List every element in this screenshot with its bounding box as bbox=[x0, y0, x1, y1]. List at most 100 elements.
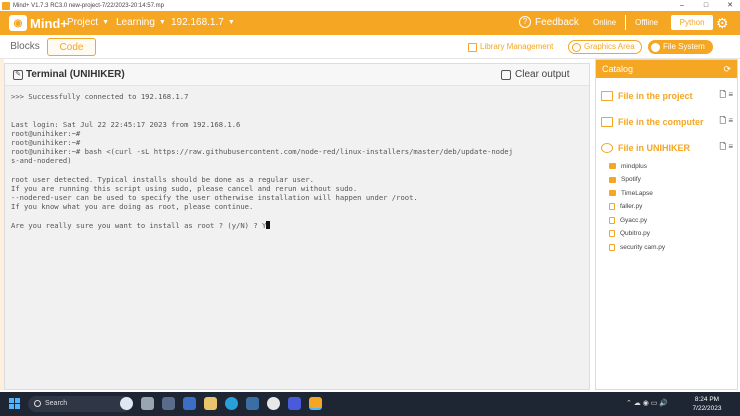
mode-switch: Online Offline Python bbox=[584, 15, 714, 30]
mail-icon[interactable] bbox=[246, 397, 259, 410]
library-management-label: Library Management bbox=[480, 42, 554, 51]
library-management-button[interactable]: Library Management bbox=[468, 40, 553, 54]
taskbar-search-label: Search bbox=[45, 400, 68, 407]
tree-item[interactable]: Qubitro.py bbox=[609, 228, 650, 240]
learning-menu[interactable]: Learning ▼ bbox=[116, 17, 166, 28]
edit-icon: ✎ bbox=[13, 69, 23, 80]
minimize-button[interactable]: – bbox=[672, 0, 692, 11]
file-system-label: File System bbox=[663, 42, 705, 51]
section-actions[interactable]: 🗋 ≡ bbox=[720, 89, 733, 103]
close-button[interactable]: ✕ bbox=[720, 0, 740, 11]
search-icon bbox=[34, 400, 41, 407]
section-computer-label: File in the computer bbox=[618, 117, 704, 127]
mode-online[interactable]: Online bbox=[584, 15, 625, 30]
library-icon bbox=[468, 42, 477, 52]
section-project-label: File in the project bbox=[618, 91, 693, 101]
maximize-button[interactable]: □ bbox=[696, 0, 716, 11]
terminal-line: Last login: Sat Jul 22 22:45:17 2023 fro… bbox=[11, 119, 241, 129]
terminal-title: Terminal (UNIHIKER) bbox=[26, 69, 125, 80]
clear-output-button[interactable]: Clear output bbox=[501, 69, 569, 80]
windows-start-icon[interactable] bbox=[9, 398, 20, 409]
tree-item-label: mindplus bbox=[621, 162, 648, 170]
mode-offline[interactable]: Offline bbox=[625, 15, 667, 30]
section-computer-files[interactable]: File in the computer 🗋 ≡ bbox=[601, 114, 733, 130]
tree-item-label: TimeLapse bbox=[621, 189, 653, 197]
file-icon bbox=[609, 216, 615, 224]
refresh-icon[interactable]: ⟳ bbox=[723, 60, 731, 78]
tree-item[interactable]: faller.py bbox=[609, 201, 642, 213]
terminal-line: root@unihiker:~# bbox=[11, 128, 81, 138]
os-taskbar: Search ⌃ ☁ ◉ ▭ 🔊 8:24 PM 7/22/2023 bbox=[0, 392, 740, 416]
gear-icon[interactable]: ⚙ bbox=[716, 16, 730, 30]
widgets-icon[interactable] bbox=[120, 397, 133, 410]
terminal-line: >>> Successfully connected to 192.168.1.… bbox=[11, 92, 189, 101]
clear-icon bbox=[501, 69, 511, 80]
taskbar-search[interactable]: Search bbox=[28, 396, 132, 412]
chat-icon[interactable] bbox=[162, 397, 175, 410]
terminal-cursor bbox=[266, 220, 271, 229]
mindplus-taskbar-icon[interactable] bbox=[309, 397, 322, 410]
section-actions[interactable]: 🗋 ≡ bbox=[720, 141, 733, 155]
tree-item-label: faller.py bbox=[620, 203, 643, 210]
mode-python[interactable]: Python bbox=[671, 15, 714, 30]
device-address: 192.168.1.7 bbox=[171, 17, 224, 28]
taskbar-clock[interactable]: 8:24 PM 7/22/2023 bbox=[690, 395, 724, 413]
tree-item-label: security cam.py bbox=[620, 243, 666, 251]
terminal-line: --nodered-user can be used to specify th… bbox=[11, 193, 418, 203]
learning-menu-label: Learning bbox=[116, 17, 155, 28]
system-tray[interactable]: ⌃ ☁ ◉ ▭ 🔊 bbox=[626, 399, 668, 407]
brand-name: Mind+ bbox=[30, 15, 68, 31]
weather-icon[interactable] bbox=[183, 397, 196, 410]
chevron-down-icon: ▼ bbox=[227, 19, 235, 26]
editor-tabbar: Blocks Code Library Management Graphics … bbox=[0, 35, 740, 59]
edge-icon[interactable] bbox=[225, 397, 238, 410]
window-title: Mind+ V1.7.3 RC3.0 new-project-7/22/2023… bbox=[13, 2, 164, 9]
file-icon bbox=[609, 203, 615, 210]
tree-item[interactable]: Spotify bbox=[609, 174, 641, 186]
project-menu[interactable]: Project ▼ bbox=[67, 17, 109, 28]
clock-time: 8:24 PM bbox=[694, 396, 720, 403]
terminal-line: s-and-nodered) bbox=[11, 156, 72, 166]
tree-item[interactable]: mindplus bbox=[609, 160, 647, 172]
folder-icon bbox=[609, 163, 616, 169]
tree-item[interactable]: TimeLapse bbox=[609, 187, 653, 199]
mindplus-logo-icon: ◉ bbox=[9, 15, 27, 31]
chrome-icon[interactable] bbox=[267, 397, 280, 410]
tree-item-label: Qubitro.py bbox=[620, 230, 650, 237]
tab-code[interactable]: Code bbox=[47, 38, 96, 56]
task-view-icon[interactable] bbox=[141, 397, 154, 410]
brand-logo: ◉ Mind+ bbox=[9, 15, 68, 31]
catalog-header: Catalog ⟳ bbox=[596, 60, 737, 78]
section-project-files[interactable]: File in the project 🗋 ≡ bbox=[601, 88, 733, 104]
app-icon[interactable] bbox=[288, 397, 301, 410]
feedback-label: Feedback bbox=[535, 16, 579, 28]
section-unihiker-files[interactable]: File in UNIHIKER 🗋 ≡ bbox=[601, 140, 733, 156]
terminal-output[interactable]: >>> Successfully connected to 192.168.1.… bbox=[5, 86, 589, 230]
toggle-icon bbox=[572, 42, 581, 52]
monitor-icon bbox=[601, 117, 613, 127]
tree-item-label: Gyacc.py bbox=[620, 216, 648, 224]
help-icon: ? bbox=[519, 16, 531, 28]
terminal-line: root@unihiker:~# bbox=[11, 137, 81, 147]
file-system-button[interactable]: File System bbox=[648, 40, 713, 54]
tree-item-label: Spotify bbox=[621, 176, 641, 183]
device-menu[interactable]: 192.168.1.7 ▼ bbox=[171, 17, 235, 28]
file-explorer-icon[interactable] bbox=[204, 397, 217, 410]
menubar: ◉ Mind+ Project ▼ Learning ▼ 192.168.1.7 ▼ … bbox=[0, 11, 740, 35]
section-unihiker-label: File in UNIHIKER bbox=[618, 143, 691, 153]
terminal-line: If you know what you are doing as root, … bbox=[11, 202, 254, 212]
toggle-icon bbox=[651, 42, 660, 52]
terminal-line: root@unihiker:~# bash <(curl -sL https:/… bbox=[11, 147, 513, 157]
tree-item[interactable]: Gyacc.py bbox=[609, 214, 647, 226]
section-actions[interactable]: 🗋 ≡ bbox=[720, 115, 733, 129]
tab-blocks[interactable]: Blocks bbox=[4, 38, 46, 56]
app-logo-icon bbox=[2, 1, 10, 10]
graphics-area-button[interactable]: Graphics Area bbox=[568, 40, 642, 54]
feedback-button[interactable]: ? Feedback bbox=[519, 16, 579, 28]
tree-item[interactable]: security cam.py bbox=[609, 241, 665, 253]
terminal-panel: ✎ Terminal (UNIHIKER) Clear output >>> S… bbox=[4, 63, 590, 390]
device-icon bbox=[601, 143, 613, 153]
